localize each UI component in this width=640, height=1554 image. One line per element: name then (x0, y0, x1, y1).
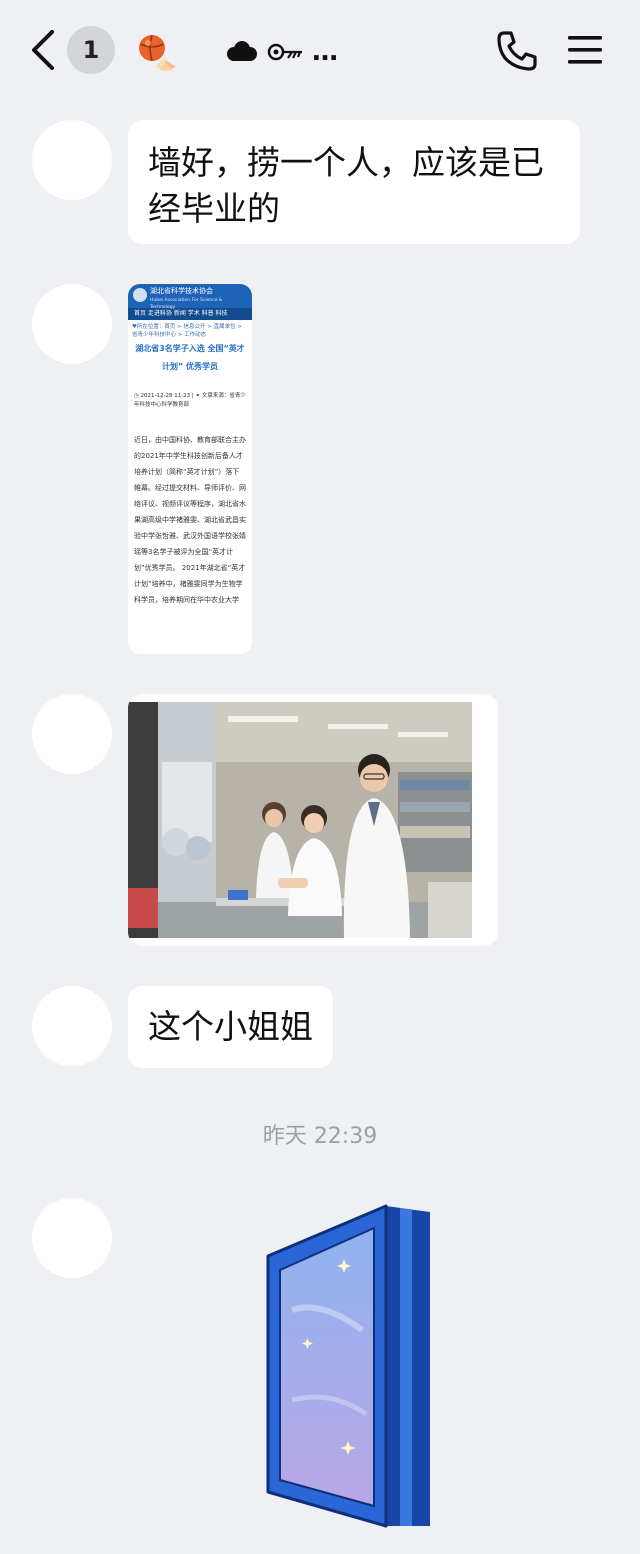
article-body: 近日，由中国科协、教育部联合主办的2021年中学生科技创新后备人才培养计划（简称… (134, 436, 246, 604)
blue-window-sticker-icon[interactable] (262, 1200, 438, 1530)
contact-name-text: … (312, 37, 338, 67)
sender-avatar[interactable] (32, 284, 112, 364)
cloud-icon (227, 41, 257, 61)
contact-name[interactable]: … (224, 32, 338, 72)
sender-avatar[interactable] (32, 694, 112, 774)
article-title: 湖北省3名学子入选 全国“英才计划” 优秀学员 (135, 344, 245, 371)
article-meta: ◷ 2021-12-28 11:23 | ⚭ 文章来源：省青少年科技中心科学教育… (134, 393, 246, 408)
article-site-name: 湖北省科学技术协会 (150, 287, 213, 295)
message-image-photo[interactable] (128, 694, 498, 946)
unread-count-badge[interactable]: 1 (67, 26, 115, 74)
chevron-left-icon (32, 30, 54, 70)
chat-menu-button[interactable] (566, 34, 604, 66)
article-breadcrumb: ♥所在位置：首页 > 信息公开 > 直属单位 > 省青少年科技中心 > 工作动态 (132, 324, 242, 338)
sender-avatar[interactable] (32, 120, 112, 200)
phone-icon (497, 31, 537, 71)
message-bubble-text[interactable]: 这个小姐姐 (128, 986, 333, 1068)
sender-avatar[interactable] (32, 986, 112, 1066)
article-site-subtitle: Hubei Association For Science & Technolo… (150, 298, 223, 310)
message-bubble-text[interactable]: 墙好，捞一个人，应该是已经毕业的 (128, 120, 580, 244)
message-image-article[interactable]: 湖北省科学技术协会 Hubei Association For Science … (128, 284, 252, 654)
basketball-fire-icon (139, 34, 176, 72)
back-button[interactable] (26, 28, 62, 72)
top-bar: 1 … (0, 0, 640, 100)
article-site-header: 湖北省科学技术协会 Hubei Association For Science … (128, 284, 252, 310)
site-logo-icon (133, 288, 147, 302)
voice-call-button[interactable] (494, 28, 540, 74)
lab-photo-icon (128, 702, 472, 938)
swirl-wind-icon (267, 43, 302, 61)
sender-avatar[interactable] (32, 1198, 112, 1278)
hamburger-menu-icon (568, 36, 602, 64)
time-divider: 昨天 22:39 (262, 1124, 378, 1149)
